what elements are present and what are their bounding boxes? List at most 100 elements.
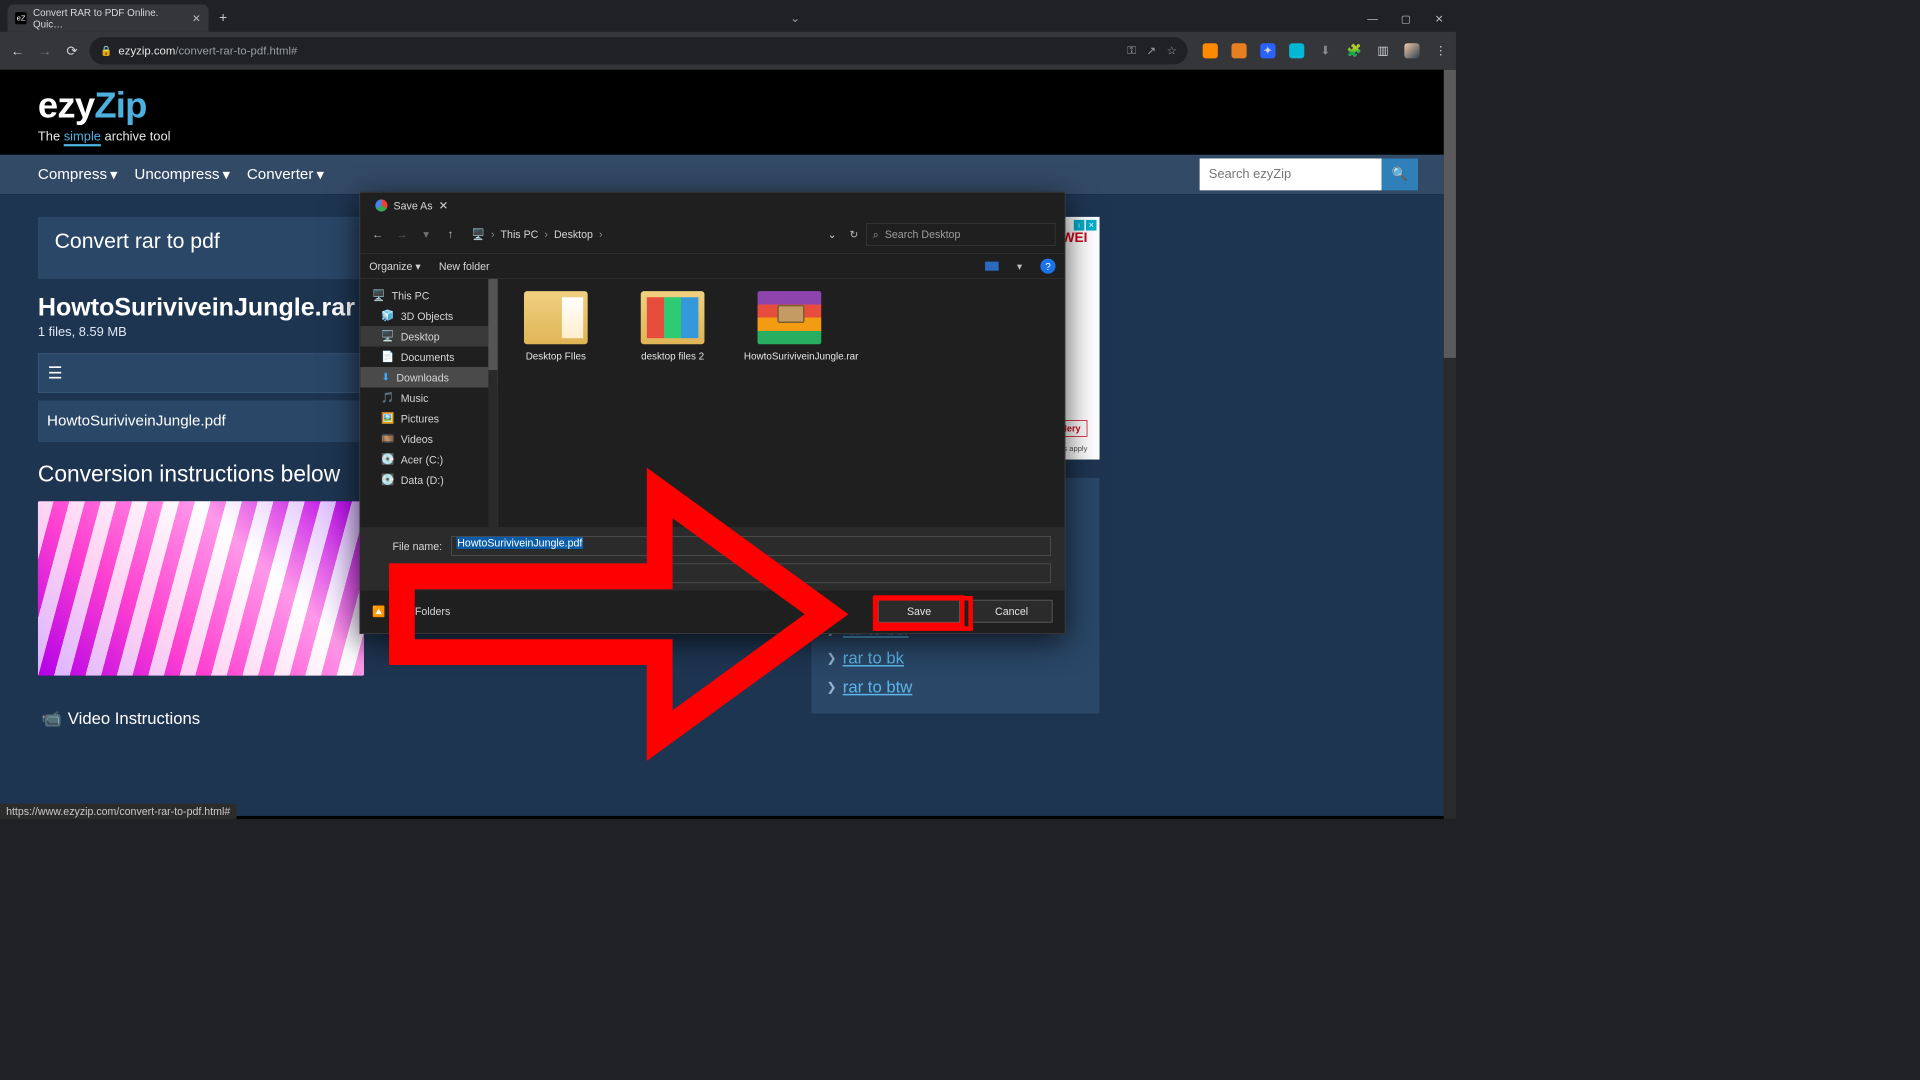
lock-icon: 🔒 (100, 45, 112, 57)
tab-close-icon[interactable]: ✕ (192, 12, 201, 25)
folder-icon (524, 291, 588, 344)
file-item-folder2[interactable]: desktop files 2 (627, 291, 718, 362)
side-data-d[interactable]: 💽Data (D:) (360, 469, 497, 489)
recent-icon[interactable]: ▾ (418, 227, 435, 241)
back-icon[interactable]: ← (369, 228, 386, 241)
new-tab-button[interactable]: + (209, 10, 238, 32)
chevron-right-icon: ❯ (827, 679, 837, 694)
tab-dropdown-icon[interactable]: ⌄ (790, 11, 803, 32)
side-videos[interactable]: 🎞️Videos (360, 428, 497, 448)
video-instructions-toggle[interactable]: 📹 Video Instructions (38, 703, 781, 735)
view-mode-icon[interactable] (985, 262, 999, 271)
address-bar: ← → ⟳ 🔒 ezyzip.com/convert-rar-to-pdf.ht… (0, 32, 1456, 70)
search-icon: 🔍 (1392, 167, 1408, 181)
side-downloads[interactable]: ⬇Downloads (360, 367, 497, 387)
sidepanel-icon[interactable]: ▥ (1376, 43, 1391, 58)
pictures-icon: 🖼️ (381, 412, 394, 425)
save-button[interactable]: Save (878, 600, 960, 623)
site-menubar: Compress ▾ Uncompress ▾ Converter ▾ 🔍 (0, 155, 1456, 194)
ext-icon-3[interactable]: ✦ (1260, 43, 1275, 58)
related-link-6[interactable]: rar to btw (843, 677, 913, 697)
caret-down-icon: ▾ (415, 260, 420, 272)
dialog-search-input[interactable]: ⌕ Search Desktop (866, 223, 1056, 246)
site-tagline: The simple archive tool (38, 129, 1418, 144)
video-icon: 📹 (41, 709, 62, 729)
chevron-right-icon: ❯ (827, 651, 837, 666)
site-logo[interactable]: ezyZip (38, 88, 1418, 124)
documents-icon: 📄 (381, 350, 394, 363)
extension-icons: ✦ ⬇ 🧩 ▥ ⋮ (1203, 43, 1449, 58)
share-icon[interactable]: ↗ (1147, 44, 1157, 58)
status-bar-link: https://www.ezyzip.com/convert-rar-to-pd… (0, 804, 236, 819)
site-search-input[interactable] (1200, 158, 1382, 190)
site-search-button[interactable]: 🔍 (1382, 158, 1418, 190)
dialog-close-icon[interactable]: ✕ (439, 199, 449, 213)
filetype-select[interactable] (451, 563, 1051, 583)
ext-icon-1[interactable] (1203, 43, 1218, 58)
search-icon: ⌕ (873, 228, 879, 241)
organize-menu[interactable]: Organize ▾ (369, 260, 420, 273)
bookmark-icon[interactable]: ☆ (1167, 44, 1177, 58)
ad-close-icon[interactable]: ✕ (1086, 220, 1097, 231)
browser-tab[interactable]: eZ Convert RAR to PDF Online. Quic… ✕ (8, 5, 209, 32)
back-icon[interactable]: ← (8, 43, 28, 59)
ext-icon-5[interactable]: ⬇ (1318, 43, 1333, 58)
side-3d-objects[interactable]: 🧊3D Objects (360, 306, 497, 326)
filename-input[interactable]: HowtoSuriviveinJungle.pdf (451, 536, 1051, 556)
forward-icon[interactable]: → (394, 228, 411, 241)
window-controls: — ▢ ✕ (1356, 13, 1456, 32)
uncompress-menu[interactable]: Uncompress ▾ (134, 165, 230, 184)
promo-image[interactable] (38, 501, 364, 675)
drive-icon: 💽 (381, 453, 394, 466)
save-as-dialog: Save As ✕ ← → ▾ ↑ 🖥️ › This PC › Desktop… (359, 192, 1065, 634)
reload-icon[interactable]: ⟳ (62, 43, 82, 59)
url-field[interactable]: 🔒 ezyzip.com/convert-rar-to-pdf.html# ⚿ … (89, 37, 1187, 64)
dialog-sidebar: 🖥️This PC 🧊3D Objects 🖥️Desktop 📄Documen… (360, 279, 498, 527)
side-music[interactable]: 🎵Music (360, 387, 497, 407)
pc-icon: 🖥️ (372, 289, 385, 302)
help-icon[interactable]: ? (1040, 259, 1055, 274)
side-acer-c[interactable]: 💽Acer (C:) (360, 449, 497, 469)
ext-icon-4[interactable] (1289, 43, 1304, 58)
cancel-button[interactable]: Cancel (971, 600, 1053, 623)
file-item-rar[interactable]: HowtoSuriviveinJungle.rar (744, 291, 835, 362)
caret-down-icon: ▾ (316, 165, 324, 184)
browser-titlebar: eZ Convert RAR to PDF Online. Quic… ✕ + … (0, 0, 1456, 32)
page-scrollbar[interactable] (1444, 70, 1456, 819)
file-grid[interactable]: Desktop FIles desktop files 2 HowtoSuriv… (498, 279, 1064, 527)
view-dropdown-icon[interactable]: ▾ (1017, 260, 1022, 273)
sidebar-scrollbar[interactable] (488, 279, 497, 527)
tab-title: Convert RAR to PDF Online. Quic… (33, 7, 186, 30)
close-window-icon[interactable]: ✕ (1423, 13, 1456, 32)
compress-menu[interactable]: Compress ▾ (38, 165, 118, 184)
key-icon[interactable]: ⚿ (1127, 44, 1136, 58)
side-desktop[interactable]: 🖥️Desktop (360, 326, 497, 346)
profile-avatar[interactable] (1404, 43, 1419, 58)
hide-folders-toggle[interactable]: 🔼 Hide Folders (372, 605, 450, 618)
related-link-5[interactable]: rar to bk (843, 648, 904, 668)
up-icon[interactable]: ↑ (442, 228, 459, 241)
side-this-pc[interactable]: 🖥️This PC (360, 285, 497, 305)
new-folder-button[interactable]: New folder (439, 260, 490, 272)
path-dropdown-icon[interactable]: ⌄ (828, 228, 837, 241)
side-pictures[interactable]: 🖼️Pictures (360, 408, 497, 428)
minimize-icon[interactable]: — (1356, 13, 1389, 32)
ext-icon-2[interactable] (1231, 43, 1246, 58)
objects3d-icon: 🧊 (381, 309, 394, 322)
path-field[interactable]: 🖥️ › This PC › Desktop › ⌄ (466, 224, 842, 245)
forward-icon[interactable]: → (35, 43, 55, 59)
converter-menu[interactable]: Converter ▾ (247, 165, 324, 184)
chrome-icon (375, 199, 387, 211)
side-documents[interactable]: 📄Documents (360, 347, 497, 367)
drive-icon: 💽 (381, 473, 394, 486)
refresh-icon[interactable]: ↻ (849, 228, 858, 241)
folder-icon (641, 291, 705, 344)
extensions-icon[interactable]: 🧩 (1347, 43, 1362, 58)
music-icon: 🎵 (381, 391, 394, 404)
dialog-titlebar: Save As ✕ (360, 193, 1064, 219)
downloads-icon: ⬇ (381, 371, 390, 384)
rar-icon (758, 291, 822, 344)
maximize-icon[interactable]: ▢ (1389, 13, 1422, 32)
menu-icon[interactable]: ⋮ (1433, 43, 1448, 58)
file-item-folder1[interactable]: Desktop FIles (510, 291, 601, 362)
